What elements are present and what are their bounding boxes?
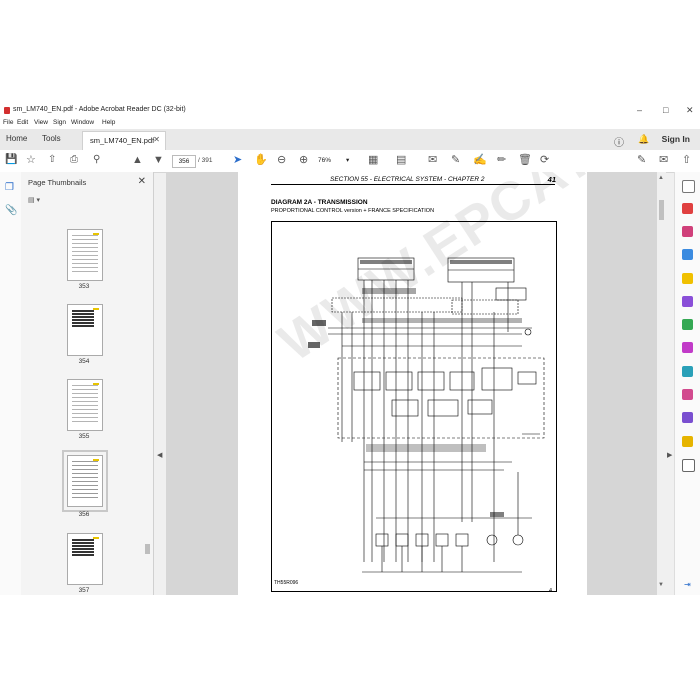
acrobat-window: sm_LM740_EN.pdf - Adobe Acrobat Reader D… — [0, 103, 700, 595]
scroll-mode-icon[interactable]: ▤ — [396, 154, 406, 166]
thumbnail-page-356[interactable] — [62, 450, 108, 512]
toolbar: 💾 ☆ ⇧ ⎙ ⚲ ▲ ▼ 356 / 391 ➤ ✋ ⊖ ⊕ 76% ▾ ▦ … — [0, 150, 700, 173]
tab-home[interactable]: Home — [6, 134, 27, 143]
diagram-subtitle: PROPORTIONAL CONTROL version + FRANCE SP… — [271, 208, 435, 214]
print-icon[interactable]: ⎙ — [70, 154, 78, 166]
zoom-level-select[interactable]: 76% ▾ — [318, 155, 358, 166]
scroll-up-icon[interactable]: ▲ — [658, 175, 664, 181]
tab-bar: Home Tools sm_LM740_EN.pdf ✕ ⓘ 🔔 Sign In — [0, 129, 700, 151]
tab-tools[interactable]: Tools — [42, 134, 61, 143]
sign-pen-icon[interactable]: ✎ — [637, 154, 646, 166]
redact-icon[interactable] — [682, 342, 693, 353]
notification-bell-icon[interactable]: 🔔 — [638, 134, 649, 145]
share-icon[interactable]: ⇧ — [682, 154, 691, 166]
collapse-tools-icon[interactable]: ⇥ — [684, 580, 691, 589]
scroll-thumb[interactable] — [659, 200, 664, 220]
previous-page-icon[interactable]: ▲ — [132, 154, 143, 166]
menu-view[interactable]: View — [34, 119, 48, 126]
organize-pages-icon[interactable] — [682, 319, 693, 330]
search-icon[interactable]: ⚲ — [93, 154, 100, 166]
expand-right-panel-icon[interactable]: ▶ — [667, 451, 672, 459]
menu-edit[interactable]: Edit — [17, 119, 28, 126]
thumbnail-page-353[interactable] — [67, 229, 103, 281]
pdf-app-icon — [4, 107, 10, 114]
thumbnail-options-icon[interactable]: ▤ ▾ — [28, 196, 46, 206]
chevron-down-icon: ▾ — [346, 157, 350, 164]
edit-pdf-icon[interactable] — [682, 226, 693, 237]
title-bar: sm_LM740_EN.pdf - Adobe Acrobat Reader D… — [0, 103, 700, 118]
thumbnail-page-354[interactable] — [67, 304, 103, 356]
figure-code: TH55R096 — [274, 580, 299, 586]
close-window-icon[interactable]: ✕ — [686, 105, 694, 116]
left-rail: ❐ 📎 — [0, 172, 22, 595]
email-icon[interactable]: ✉ — [659, 154, 668, 166]
thumbnail-label: 354 — [78, 358, 90, 365]
help-icon[interactable]: ⓘ — [614, 134, 624, 149]
menu-window[interactable]: Window — [71, 119, 94, 126]
menu-help[interactable]: Help — [102, 119, 115, 126]
right-tools-pane: ⇥ — [674, 172, 700, 595]
select-cursor-icon[interactable]: ➤ — [233, 154, 242, 166]
thumbnails-panel: Page Thumbnails ✕ ▤ ▾ 353 354 355 356 35… — [21, 172, 154, 595]
zoom-tool-icon[interactable] — [682, 180, 695, 193]
maximize-icon[interactable]: □ — [663, 105, 668, 115]
page-number-input[interactable]: 356 — [172, 155, 196, 168]
rotate-icon[interactable]: ⟳ — [540, 154, 549, 166]
tab-document[interactable]: sm_LM740_EN.pdf ✕ — [82, 131, 166, 151]
thumbnail-label: 357 — [78, 587, 90, 594]
tab-document-label: sm_LM740_EN.pdf — [90, 136, 155, 145]
more-tools-icon[interactable] — [682, 459, 695, 472]
close-tab-icon[interactable]: ✕ — [153, 135, 160, 144]
thumbnail-page-357[interactable] — [67, 533, 103, 585]
upload-icon[interactable]: ⇧ — [48, 154, 56, 166]
comment-tool-icon[interactable] — [682, 273, 693, 284]
menu-bar: File Edit View Sign Window Help — [0, 118, 700, 129]
export-pdf-icon[interactable] — [682, 249, 693, 260]
document-view: SECTION 55 - ELECTRICAL SYSTEM - CHAPTER… — [166, 172, 666, 595]
zoom-in-icon[interactable]: ⊕ — [299, 154, 308, 166]
menu-file[interactable]: File — [3, 119, 13, 126]
scan-ocr-icon[interactable] — [682, 366, 693, 377]
thumbnails-scrollbar[interactable] — [143, 172, 151, 595]
page-thumbnails-icon[interactable]: ❐ — [5, 182, 14, 193]
diagram-title: DIAGRAM 2A - TRANSMISSION — [271, 199, 368, 206]
protect-icon[interactable] — [682, 389, 693, 400]
next-page-icon[interactable]: ▼ — [153, 154, 164, 166]
thumbnail-page-355[interactable] — [67, 379, 103, 431]
save-icon[interactable]: 💾 — [5, 154, 17, 166]
section-header: SECTION 55 - ELECTRICAL SYSTEM - CHAPTER… — [330, 176, 485, 183]
zoom-level-value: 76% — [318, 157, 332, 164]
thumbnail-label: 355 — [78, 433, 90, 440]
bookmark-star-icon[interactable]: ☆ — [26, 154, 36, 166]
collapse-left-panel-icon[interactable]: ◀ — [157, 451, 162, 459]
menu-sign[interactable]: Sign — [53, 119, 66, 126]
combine-files-icon[interactable] — [682, 296, 693, 307]
fill-sign-icon[interactable]: ✏ — [497, 154, 506, 166]
zoom-out-icon[interactable]: ⊖ — [277, 154, 286, 166]
scroll-down-icon[interactable]: ▼ — [658, 582, 664, 588]
draw-icon[interactable]: ✍ — [473, 154, 487, 166]
window-title: sm_LM740_EN.pdf - Adobe Acrobat Reader D… — [13, 106, 186, 113]
delete-icon[interactable]: 🗑 — [518, 154, 532, 166]
document-scrollbar[interactable]: ▲ ▼ — [657, 172, 666, 595]
highlight-pen-icon[interactable]: ✎ — [451, 154, 460, 166]
minimize-icon[interactable]: – — [637, 105, 642, 115]
comment-icon[interactable]: ✉ — [428, 154, 437, 166]
hand-tool-icon[interactable]: ✋ — [254, 154, 268, 166]
thumbnail-label: 356 — [78, 511, 90, 518]
footer-number: 4 — [549, 588, 553, 594]
thumbnail-label: 353 — [78, 283, 90, 290]
fill-and-sign-icon[interactable] — [682, 412, 693, 423]
send-for-signature-icon[interactable] — [682, 436, 693, 447]
thumbnails-header: Page Thumbnails — [28, 178, 87, 187]
sign-in-button[interactable]: Sign In — [662, 134, 690, 144]
attachment-icon[interactable]: 📎 — [5, 205, 17, 216]
create-pdf-icon[interactable] — [682, 203, 693, 214]
page-fit-icon[interactable]: ▦ — [368, 154, 378, 166]
page-total: / 391 — [198, 157, 213, 164]
pdf-page: SECTION 55 - ELECTRICAL SYSTEM - CHAPTER… — [238, 172, 666, 595]
